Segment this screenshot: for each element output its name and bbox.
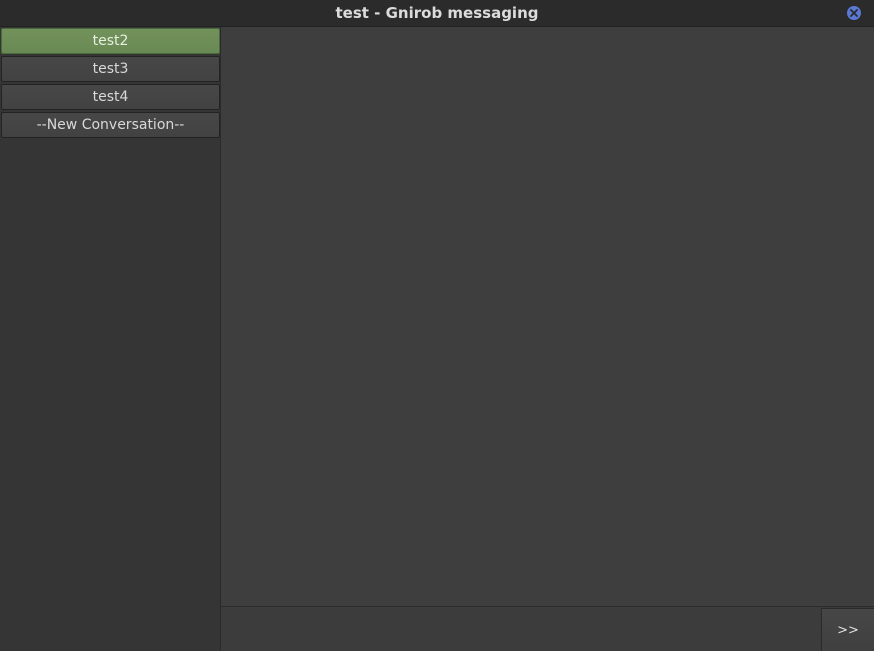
close-button[interactable]	[847, 6, 861, 20]
conversation-item-test2[interactable]: test2	[1, 28, 220, 54]
conversation-sidebar: test2 test3 test4 --New Conversation--	[0, 27, 221, 651]
send-button[interactable]: >>	[821, 608, 874, 651]
message-input[interactable]	[221, 607, 820, 651]
app-window: test - Gnirob messaging test2 test3 test…	[0, 0, 874, 651]
new-conversation-button[interactable]: --New Conversation--	[1, 112, 220, 138]
composer-bar: >>	[221, 606, 874, 651]
window-title: test - Gnirob messaging	[335, 4, 539, 22]
conversation-item-test4[interactable]: test4	[1, 84, 220, 110]
title-bar: test - Gnirob messaging	[0, 0, 874, 27]
conversation-item-test3[interactable]: test3	[1, 56, 220, 82]
message-area	[221, 27, 874, 606]
close-icon	[850, 9, 858, 17]
